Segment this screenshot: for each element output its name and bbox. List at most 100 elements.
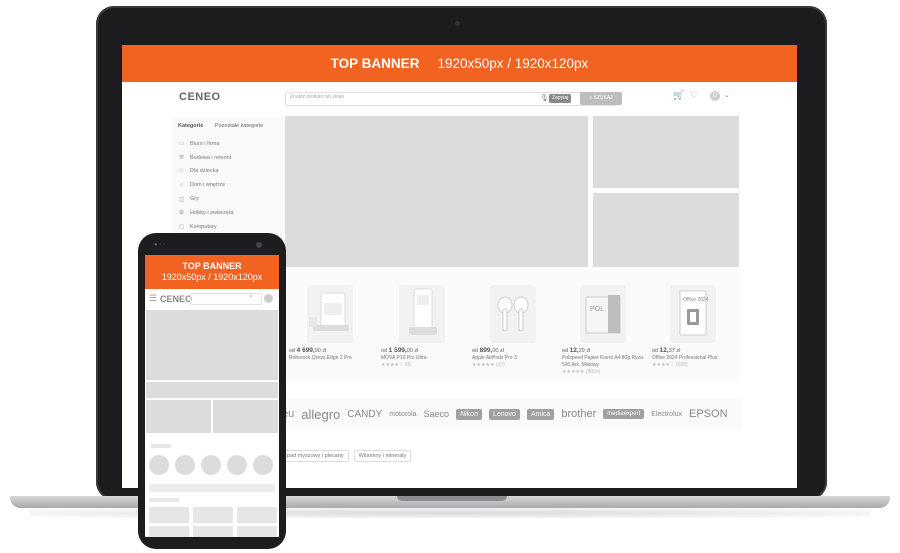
mobile-chip-row — [149, 484, 275, 492]
mobile-product-tile[interactable] — [149, 507, 189, 523]
brand-logo[interactable]: allegro — [301, 407, 340, 422]
side-banner-bottom-placeholder[interactable] — [593, 193, 739, 267]
product-rating: ★★★★★ (999+) — [562, 369, 601, 375]
category-chips: pad myszowy i plecany Witaminy i minerał… — [282, 450, 412, 462]
category-chip[interactable]: pad myszowy i plecany — [282, 450, 349, 462]
product-rating: ★★★★☆ (3) — [381, 362, 411, 368]
search-button-label: SZUKAJ — [593, 95, 613, 101]
mobile-tile-left[interactable] — [146, 400, 211, 433]
sidebar-item-label: Budowa i remont — [190, 154, 232, 161]
sidebar-item-budowa[interactable]: ⚒ Budowa i remont — [178, 151, 233, 165]
user-avatar[interactable]: D — [710, 91, 720, 101]
site-header: CENEO Znajdź produkt lub sklep 🎙 Zapytaj… — [122, 85, 797, 109]
mobile-product-tile[interactable] — [237, 507, 277, 523]
product-card[interactable]: od 1 599,00 zł MOVA P10 Pro Ultra ★★★★☆ … — [377, 271, 463, 381]
mobile-category-circle[interactable] — [227, 455, 247, 475]
sidebar-item-komputery[interactable]: ▢ Komputery — [178, 220, 233, 234]
product-card[interactable]: od 899,00 zł Apple AirPods Pro 3 ★★★★★ (… — [468, 271, 554, 381]
mobile-category-circle[interactable] — [253, 455, 273, 475]
laptop-camera — [455, 21, 460, 26]
heart-icon[interactable]: ♡ — [690, 90, 698, 101]
sidebar-item-dom[interactable]: ⌂ Dom i wnętrze — [178, 178, 233, 192]
sidebar-item-label: Hobby i zwierzęta — [190, 209, 234, 216]
mobile-product-tile[interactable] — [193, 526, 233, 537]
sidebar-item-biuro[interactable]: ▭ Biuro i firma — [178, 137, 233, 151]
product-card[interactable]: POL od 12,29 zł Polspeed Papier Ksero A4… — [558, 271, 644, 381]
brand-logo[interactable]: Amica — [526, 408, 555, 420]
category-sidebar: Kategorie Pozostałe kategorie ▭ Biuro i f… — [172, 117, 284, 235]
product-card[interactable]: Office 2024 od 12,37 zł Office 2024 Prof… — [648, 271, 734, 381]
briefcase-icon: ▭ — [178, 141, 185, 148]
mobile-hero-placeholder[interactable] — [146, 310, 278, 380]
mobile-avatar[interactable] — [264, 294, 273, 303]
mobile-product-tile[interactable] — [237, 526, 277, 537]
cart-icon[interactable]: 🛒 — [673, 90, 684, 101]
mic-icon[interactable]: 🎙 — [540, 94, 549, 102]
product-name: Apple AirPods Pro 3 — [472, 355, 517, 361]
child-icon: ☺ — [178, 168, 185, 175]
product-image-mop-station — [399, 285, 445, 343]
brand-logo[interactable]: brother — [561, 408, 596, 420]
product-carousel: od 4 699,00 zł Roborock Qrevo Edge 2 Pro… — [285, 271, 739, 381]
hero-banner-placeholder[interactable] — [285, 116, 588, 267]
brand-logo[interactable]: CANDY — [347, 409, 382, 420]
search-placeholder: Znajdź produkt lub sklep — [290, 94, 345, 100]
product-image-office-box: Office 2024 — [670, 285, 716, 343]
product-price: od 12,29 zł — [562, 347, 591, 354]
brand-logo[interactable]: Saeco — [424, 409, 450, 419]
mobile-category-circle[interactable] — [201, 455, 221, 475]
product-name: Roborock Qrevo Edge 2 Pro — [289, 355, 352, 361]
brand-strip: eu allegro CANDY motorola Saeco Nikon Le… — [282, 399, 742, 429]
mobile-top-banner[interactable]: TOP BANNER 1920x50px / 1920x120px — [145, 255, 279, 289]
hammer-icon: ⚒ — [178, 155, 185, 162]
mobile-product-tile[interactable] — [149, 526, 189, 537]
brand-logo[interactable]: Lenovo — [488, 408, 520, 420]
mobile-category-circle[interactable] — [149, 455, 169, 475]
product-card[interactable]: od 4 699,00 zł Roborock Qrevo Edge 2 Pro — [285, 271, 371, 381]
brand-logo[interactable]: EPSON — [689, 408, 728, 420]
category-chip[interactable]: Witaminy i minerały — [353, 450, 412, 462]
top-banner[interactable]: TOP BANNER 1920x50px / 1920x120px — [122, 45, 797, 82]
sidebar-item-label: Biuro i firma — [190, 140, 220, 147]
mobile-category-circle[interactable] — [175, 455, 195, 475]
product-image-paper-ream: POL — [580, 285, 626, 343]
menu-icon[interactable]: ☰ — [149, 293, 157, 304]
product-rating: ★★★★★ (37) — [472, 362, 505, 368]
sidebar-item-label: Komputery — [190, 223, 217, 230]
ceneo-logo[interactable]: CENEO — [179, 91, 221, 103]
search-button[interactable]: ⌕ SZUKAJ — [580, 92, 622, 105]
product-name: MOVA P10 Pro Ultra — [381, 355, 427, 361]
svg-text:Office 2024: Office 2024 — [683, 297, 709, 303]
product-name: Office 2024 Professional Plus — [652, 355, 718, 361]
brand-logo[interactable]: motorola — [389, 411, 416, 418]
ai-ask-button[interactable]: Zapytaj — [549, 94, 572, 103]
search-icon[interactable]: ⌕ — [249, 293, 253, 301]
product-image-earbuds — [490, 285, 536, 343]
brand-logo[interactable]: Electrolux — [651, 411, 682, 418]
search-input[interactable]: Znajdź produkt lub sklep 🎙 Zapytaj ⌕ SZU… — [285, 92, 622, 106]
brand-logo[interactable]: mediaexpert — [603, 409, 645, 419]
sidebar-item-gry[interactable]: ◫ Gry — [178, 192, 233, 206]
product-price: od 12,37 zł — [652, 347, 681, 354]
brand-logo[interactable]: Nikon — [456, 408, 482, 420]
mobile-logo[interactable]: CENEO — [160, 294, 192, 304]
side-banner-top-placeholder[interactable] — [593, 116, 739, 188]
tab-other-categories[interactable]: Pozostałe kategorie — [215, 123, 263, 129]
tab-categories[interactable]: Kategorie — [178, 123, 203, 129]
gamepad-icon: ◫ — [178, 196, 185, 203]
phone-camera — [256, 242, 262, 248]
mobile-tile-right[interactable] — [213, 400, 278, 433]
phone-status-icons: ● ◦ ◦ — [154, 242, 166, 248]
svg-text:POL: POL — [590, 306, 604, 313]
sidebar-item-dziecko[interactable]: ☺ Dla dziecka — [178, 165, 233, 179]
chevron-down-icon[interactable]: ⌄ — [724, 91, 730, 99]
mobile-section-line — [149, 498, 179, 502]
sidebar-item-label: Dom i wnętrze — [190, 182, 226, 189]
sidebar-item-hobby[interactable]: ✿ Hobby i zwierzęta — [178, 206, 233, 220]
top-banner-title: TOP BANNER — [330, 56, 420, 71]
mobile-product-tile[interactable] — [193, 507, 233, 523]
laptop-notch — [397, 496, 507, 501]
product-price: od 4 699,00 zł — [289, 347, 327, 354]
mobile-banner-placeholder[interactable] — [146, 382, 278, 398]
mobile-banner-title: TOP BANNER — [182, 261, 242, 271]
